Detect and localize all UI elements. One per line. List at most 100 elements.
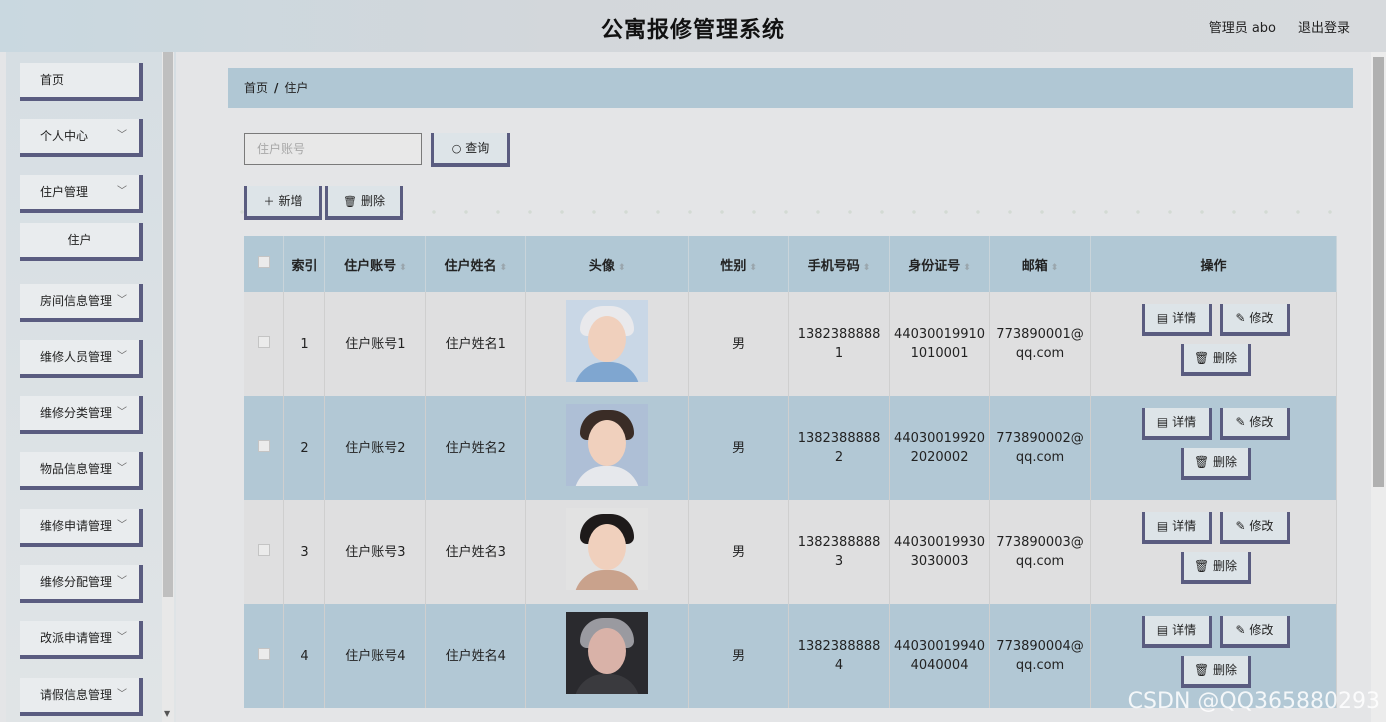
scroll-down-icon[interactable]: ▼ <box>164 709 170 718</box>
sort-icon[interactable]: ⬍ <box>963 263 971 273</box>
edit-button[interactable]: ✎ 修改 <box>1219 408 1290 440</box>
edit-button[interactable]: ✎ 修改 <box>1219 512 1290 544</box>
select-all-cell[interactable] <box>244 236 285 292</box>
search-input[interactable]: 住户账号 <box>244 133 422 165</box>
scrollbar-thumb[interactable] <box>1373 57 1384 487</box>
sort-icon[interactable]: ⬍ <box>500 263 508 273</box>
sidebar-item-repair-staff[interactable]: 维修人员管理 ﹀ <box>20 340 143 378</box>
cell-avatar <box>525 604 690 708</box>
chevron-down-icon: ﹀ <box>117 295 127 306</box>
col-name[interactable]: 住户姓名 ⬍ <box>425 236 527 292</box>
id-line: 2020002 <box>910 450 969 465</box>
pencil-icon: ✎ <box>1235 415 1250 429</box>
row-checkbox[interactable] <box>257 439 270 452</box>
col-account[interactable]: 住户账号 ⬍ <box>324 236 427 292</box>
phone-line: 1382388888 <box>797 327 881 342</box>
sidebar-item-label: 首页 <box>40 73 65 87</box>
breadcrumb-home[interactable]: 首页 <box>244 81 268 95</box>
sidebar-item-label: 维修申请管理 <box>40 519 113 533</box>
cell-actions: ▤ 详情 ✎ 修改 🗑 删除 <box>1090 500 1337 604</box>
search-button-label: 查询 <box>465 141 490 155</box>
sidebar-item-home[interactable]: 首页 <box>20 63 143 101</box>
sort-icon[interactable]: ⬍ <box>1051 263 1059 273</box>
breadcrumb-separator: / <box>274 81 279 95</box>
cell-id-card: 44030019910 1010001 <box>889 292 991 396</box>
col-label: 住户账号 <box>344 258 397 274</box>
row-select-cell[interactable] <box>244 396 285 500</box>
edit-button[interactable]: ✎ 修改 <box>1219 304 1290 336</box>
logout-link[interactable]: 退出登录 <box>1298 17 1350 36</box>
sidebar-item-repair-assign[interactable]: 维修分配管理 ﹀ <box>20 565 143 603</box>
cell-phone: 1382388888 1 <box>788 292 891 396</box>
col-avatar[interactable]: 头像 ⬍ <box>525 236 690 292</box>
delete-label: 删除 <box>1213 455 1238 469</box>
sort-icon[interactable]: ⬍ <box>863 263 871 273</box>
cell-account: 住户账号1 <box>324 292 427 396</box>
sort-icon[interactable]: ⬍ <box>618 263 626 273</box>
table-header: 索引 住户账号 ⬍ 住户姓名 ⬍ 头像 ⬍ 性别 ⬍ 手机号码 ⬍ 身份证号 ⬍ 邮箱 ⬍ 操… <box>244 236 1337 292</box>
sidebar-item-resident[interactable]: 住户 <box>20 223 143 261</box>
table-row: 1 住户账号1 住户姓名1 男 1382388888 1 44030019910 1… <box>244 292 1337 396</box>
sort-icon[interactable]: ⬍ <box>749 263 757 273</box>
col-email[interactable]: 邮箱 ⬍ <box>989 236 1092 292</box>
phone-line: 1382388888 <box>797 535 881 550</box>
row-delete-button[interactable]: 🗑 删除 <box>1180 552 1251 584</box>
phone-line: 4 <box>834 658 844 673</box>
cell-id-card: 44030019930 3030003 <box>889 500 991 604</box>
detail-button[interactable]: ▤ 详情 <box>1141 408 1212 440</box>
row-checkbox[interactable] <box>257 647 270 660</box>
edit-button[interactable]: ✎ 修改 <box>1219 616 1290 648</box>
detail-button[interactable]: ▤ 详情 <box>1141 304 1212 336</box>
cell-phone: 1382388888 3 <box>788 500 891 604</box>
cell-id-card: 44030019940 4040004 <box>889 604 991 708</box>
sidebar-item-repair-request[interactable]: 维修申请管理 ﹀ <box>20 509 143 547</box>
scrollbar-thumb[interactable] <box>163 52 173 597</box>
row-delete-button[interactable]: 🗑 删除 <box>1180 344 1251 376</box>
batch-delete-button[interactable]: 🗑 删除 <box>325 186 403 220</box>
sidebar-item-item-info[interactable]: 物品信息管理 ﹀ <box>20 452 143 490</box>
sort-icon[interactable]: ⬍ <box>399 263 407 273</box>
search-icon: ○ <box>451 142 462 155</box>
sidebar-item-room-info[interactable]: 房间信息管理 ﹀ <box>20 284 143 322</box>
col-id-card[interactable]: 身份证号 ⬍ <box>889 236 991 292</box>
sidebar-scrollbar[interactable]: ▼ <box>162 52 174 722</box>
row-checkbox[interactable] <box>257 543 270 556</box>
sidebar-item-leave-info[interactable]: 请假信息管理 ﹀ <box>20 678 143 716</box>
col-phone[interactable]: 手机号码 ⬍ <box>788 236 891 292</box>
cell-index: 2 <box>283 396 326 500</box>
phone-line: 2 <box>834 450 844 465</box>
email-line: qq.com <box>1015 346 1065 361</box>
select-all-checkbox[interactable] <box>257 256 270 268</box>
detail-button[interactable]: ▤ 详情 <box>1141 512 1212 544</box>
sidebar-item-repair-category[interactable]: 维修分类管理 ﹀ <box>20 396 143 434</box>
search-button[interactable]: ○ 查询 <box>431 133 510 167</box>
breadcrumb: 首页 / 住户 <box>228 68 1353 108</box>
row-delete-button[interactable]: 🗑 删除 <box>1180 656 1251 688</box>
sidebar-item-profile[interactable]: 个人中心 ﹀ <box>20 119 143 157</box>
detail-button[interactable]: ▤ 详情 <box>1141 616 1212 648</box>
row-delete-button[interactable]: 🗑 删除 <box>1180 448 1251 480</box>
delete-button-label: 删除 <box>360 194 385 208</box>
pencil-icon: ✎ <box>1235 519 1250 533</box>
cell-index: 3 <box>283 500 326 604</box>
main-scrollbar[interactable] <box>1371 52 1386 722</box>
cell-avatar <box>525 292 690 396</box>
sidebar-item-resident-mgmt[interactable]: 住户管理 ﹀ <box>20 175 143 213</box>
col-gender[interactable]: 性别 ⬍ <box>688 236 790 292</box>
row-select-cell[interactable] <box>244 292 285 396</box>
document-icon: ▤ <box>1156 623 1173 637</box>
detail-label: 详情 <box>1172 623 1197 637</box>
cell-gender: 男 <box>688 292 790 396</box>
row-select-cell[interactable] <box>244 604 285 708</box>
cell-email: 773890002@ qq.com <box>989 396 1092 500</box>
add-button[interactable]: ＋新增 <box>244 186 322 220</box>
row-checkbox[interactable] <box>257 335 270 348</box>
row-select-cell[interactable] <box>244 500 285 604</box>
sidebar-item-reassign-request[interactable]: 改派申请管理 ﹀ <box>20 621 143 659</box>
document-icon: ▤ <box>1156 519 1173 533</box>
email-line: 773890002@ <box>996 431 1084 446</box>
trash-icon: 🗑 <box>1193 663 1214 677</box>
detail-label: 详情 <box>1172 519 1197 533</box>
sidebar-item-label: 住户管理 <box>40 185 89 199</box>
cell-account: 住户账号4 <box>324 604 427 708</box>
